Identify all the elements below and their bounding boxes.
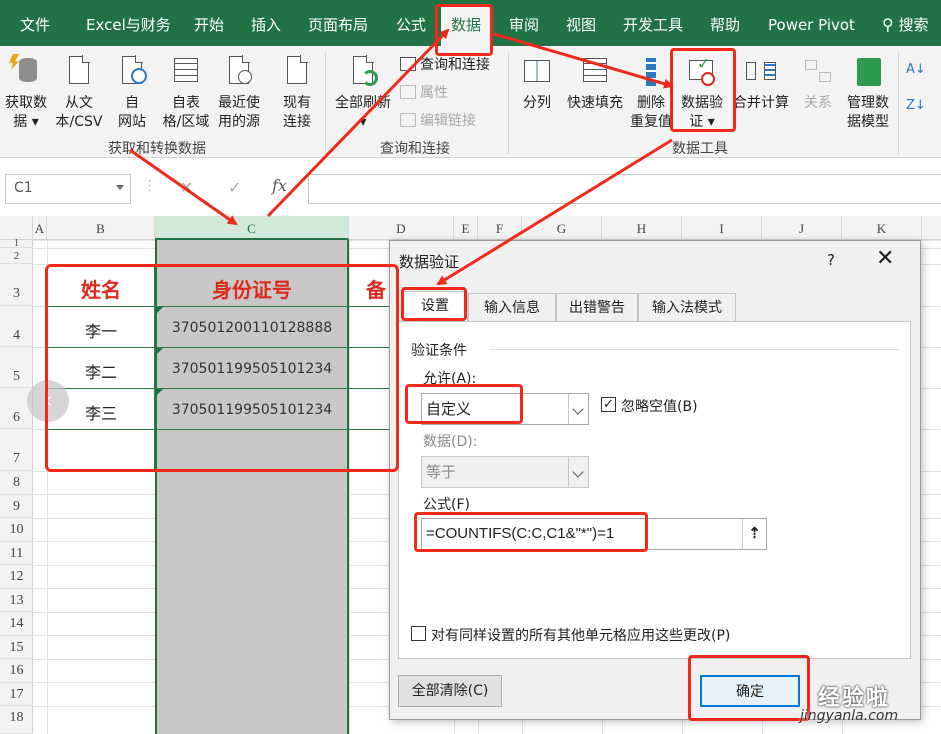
watermark-url: jingyanla.com — [800, 708, 899, 724]
arrow-3 — [493, 32, 674, 89]
arrow-2 — [266, 28, 450, 218]
watermark: 经验啦 jingyanla.com — [800, 680, 940, 732]
arrow-4 — [436, 138, 673, 286]
arrow-1 — [129, 148, 238, 226]
annotation-arrows — [129, 28, 674, 286]
